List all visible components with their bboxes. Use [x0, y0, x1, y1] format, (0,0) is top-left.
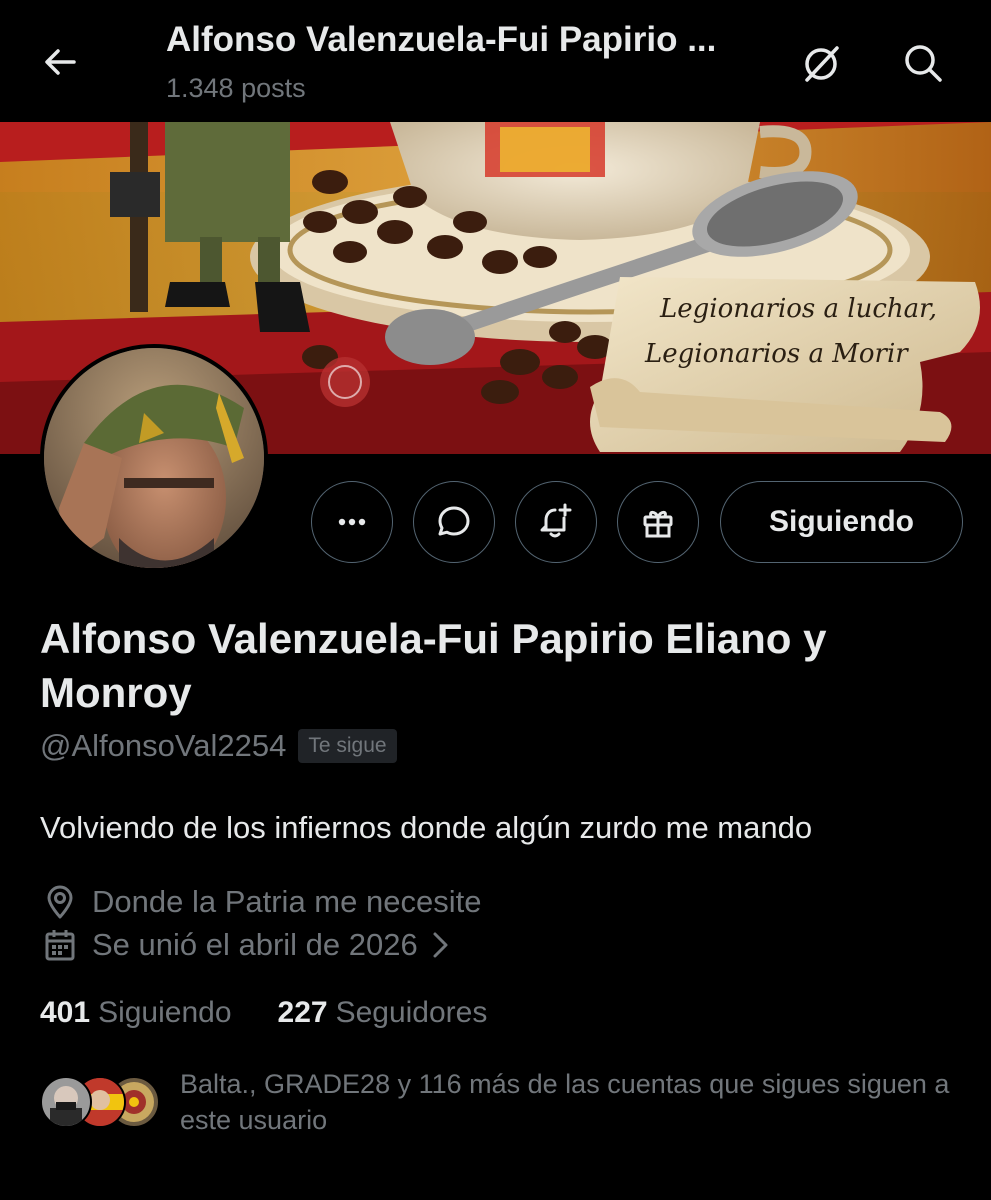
follow-stats: 401 Siguiendo 227 Seguidores [40, 996, 533, 1030]
calendar-icon [40, 925, 80, 965]
avatar [40, 1076, 92, 1128]
notification-add-icon [540, 503, 572, 538]
grok-button[interactable] [796, 37, 848, 89]
notifications-button[interactable] [515, 481, 597, 563]
following-count: 401 [40, 996, 91, 1029]
banner-scroll-line2: Legionarios a Morir [644, 339, 909, 369]
header-title: Alfonso Valenzuela-Fui Papirio ... [166, 20, 717, 59]
location-row: Donde la Patria me necesite [40, 882, 481, 922]
handle: @AlfonsoVal2254 [40, 728, 287, 763]
followed-by-row[interactable]: Balta., GRADE28 y 116 más de las cuentas… [40, 1066, 960, 1146]
grok-icon [805, 46, 839, 82]
message-icon [438, 506, 470, 536]
location-icon [40, 882, 80, 922]
location-text: Donde la Patria me necesite [92, 884, 482, 919]
more-button[interactable] [311, 481, 393, 563]
more-icon [338, 518, 366, 526]
back-arrow-icon [45, 49, 76, 75]
following-label: Siguiendo [98, 996, 232, 1029]
join-date-row[interactable]: Se unió el abril de 2026 [40, 925, 452, 965]
search-icon [905, 45, 942, 82]
back-button[interactable] [36, 38, 84, 86]
banner-scroll-line1: Legionarios a luchar, [659, 294, 937, 324]
join-date-text: Se unió el abril de 2026 [92, 927, 418, 962]
followers-count: 227 [277, 996, 328, 1029]
following-button[interactable]: Siguiendo [720, 481, 963, 563]
follows-you-badge: Te sigue [298, 729, 397, 763]
chevron-right-icon [430, 930, 452, 960]
followed-by-text: Balta., GRADE28 y 116 más de las cuentas… [180, 1069, 950, 1135]
bio: Volviendo de los infiernos donde algún z… [40, 810, 813, 845]
following-stat[interactable]: 401 Siguiendo [40, 996, 232, 1030]
search-button[interactable] [897, 37, 949, 89]
followers-label: Seguidores [335, 996, 488, 1029]
followers-stat[interactable]: 227 Seguidores [278, 996, 488, 1030]
gift-button[interactable] [617, 481, 699, 563]
handle-row: @AlfonsoVal2254 Te sigue [40, 728, 397, 764]
display-name: Alfonso Valenzuela-Fui Papirio Eliano y … [40, 615, 827, 716]
message-button[interactable] [413, 481, 495, 563]
top-bar: Alfonso Valenzuela-Fui Papirio ... 1.348… [0, 0, 991, 122]
profile-actions: Siguiendo [0, 481, 991, 565]
gift-icon [643, 510, 673, 538]
post-count: 1.348 posts [166, 73, 306, 103]
